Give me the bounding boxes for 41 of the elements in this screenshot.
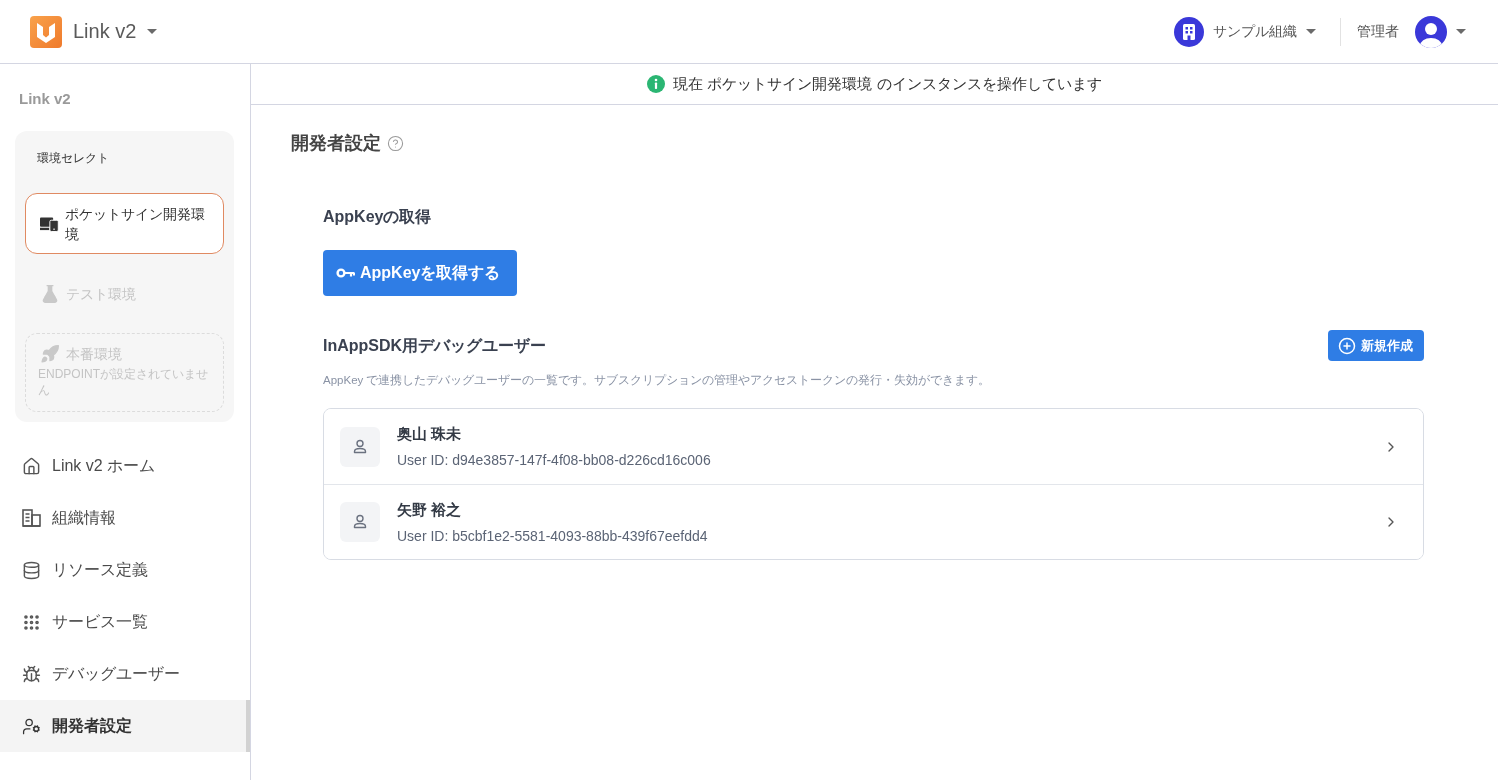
create-button[interactable]: 新規作成 xyxy=(1328,330,1424,361)
plus-circle-icon xyxy=(1338,336,1356,355)
building-icon xyxy=(22,509,41,527)
banner-text: 現在 ポケットサイン開発環境 のインスタンスを操作しています xyxy=(673,74,1102,94)
sidebar-title: Link v2 xyxy=(18,90,72,108)
section-description: AppKey で連携したデバッグユーザーの一覧です。サブスクリプションの管理やアクセストークンの発行・失効ができます。 xyxy=(323,373,992,388)
app-logo-icon xyxy=(30,15,62,48)
building-avatar-icon xyxy=(1174,16,1204,47)
user-row[interactable]: 矢野 裕之 User ID: b5cbf1e2-5581-4093-88bb-439f67eefdd4 xyxy=(324,484,1423,559)
section-heading: InAppSDK用デバッグユーザー xyxy=(323,335,547,356)
caret-icon xyxy=(1306,29,1316,34)
user-avatar-icon xyxy=(340,502,380,542)
info-icon xyxy=(647,75,666,93)
home-icon xyxy=(22,456,41,476)
user-gear-icon xyxy=(22,716,41,736)
organization-switcher[interactable]: サンプル組織 xyxy=(1174,16,1316,47)
dots-grid-icon xyxy=(22,612,41,632)
caret-icon xyxy=(1456,29,1466,34)
account-menu[interactable]: 管理者 xyxy=(1357,15,1466,48)
database-icon xyxy=(22,560,41,580)
flask-icon xyxy=(40,284,60,304)
nav-item[interactable]: サービス一覧 xyxy=(0,596,250,648)
environment-option[interactable]: ポケットサイン開発環境 xyxy=(25,193,224,254)
nav-item[interactable]: Link v2 ホーム xyxy=(0,440,250,492)
caret-icon xyxy=(147,29,158,34)
section-heading: AppKeyの取得 xyxy=(323,207,433,227)
get-appkey-button[interactable]: AppKeyを取得する xyxy=(323,250,518,296)
nav-item[interactable]: 組織情報 xyxy=(0,492,250,544)
nav-item[interactable]: デバッグユーザー xyxy=(0,648,250,700)
user-avatar-icon xyxy=(340,426,380,467)
user-avatar-icon xyxy=(1415,15,1447,48)
rocket-icon xyxy=(40,344,60,364)
app-switcher[interactable]: Link v2 xyxy=(30,15,158,48)
panel-label: 環境セレクト xyxy=(36,151,110,165)
nav-item[interactable]: リソース定義 xyxy=(0,544,250,596)
bug-icon xyxy=(22,664,41,684)
key-icon xyxy=(336,268,355,278)
nav-item[interactable]: 開発者設定 xyxy=(0,700,250,752)
page-title: 開発者設定 xyxy=(291,132,381,155)
devices-icon xyxy=(40,216,59,232)
help-icon xyxy=(387,134,404,152)
